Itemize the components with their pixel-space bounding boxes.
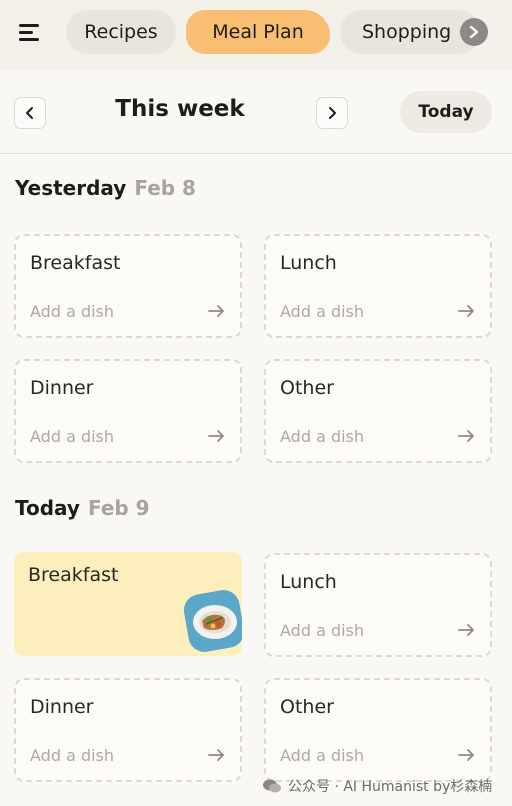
day-heading-today: Today Feb 9 bbox=[15, 496, 150, 520]
meal-label: Dinner bbox=[30, 377, 94, 399]
meal-label: Breakfast bbox=[28, 564, 119, 586]
prev-week-button[interactable] bbox=[14, 97, 46, 129]
meal-label: Other bbox=[280, 377, 334, 399]
arrow-right-icon bbox=[208, 430, 224, 442]
chevron-right-icon[interactable] bbox=[460, 18, 488, 46]
meal-slot-dinner[interactable]: Dinner Add a dish bbox=[14, 678, 242, 782]
tab-meal-plan[interactable]: Meal Plan bbox=[186, 10, 330, 54]
arrow-right-icon bbox=[458, 624, 474, 636]
meal-slot-breakfast-filled[interactable]: Breakfast bbox=[14, 552, 242, 656]
arrow-right-icon bbox=[458, 749, 474, 761]
day-date: Feb 8 bbox=[134, 176, 196, 200]
add-dish-link[interactable]: Add a dish bbox=[280, 746, 364, 765]
add-dish-link[interactable]: Add a dish bbox=[30, 427, 114, 446]
week-navigation: This week Today bbox=[0, 70, 512, 154]
watermark-text: 公众号 · AI Humanist by杉森楠 bbox=[288, 779, 493, 795]
add-dish-link[interactable]: Add a dish bbox=[280, 621, 364, 640]
top-tab-bar: Recipes Meal Plan Shopping bbox=[0, 0, 512, 70]
chevron-left-icon bbox=[26, 107, 33, 119]
week-title: This week bbox=[115, 96, 245, 122]
meal-label: Lunch bbox=[280, 252, 337, 274]
meal-slot-breakfast[interactable]: Breakfast Add a dish bbox=[14, 234, 242, 338]
tab-shopping[interactable]: Shopping bbox=[340, 10, 480, 54]
add-dish-link[interactable]: Add a dish bbox=[30, 746, 114, 765]
day-date: Feb 9 bbox=[87, 496, 150, 520]
add-dish-link[interactable]: Add a dish bbox=[280, 302, 364, 321]
arrow-right-icon bbox=[458, 430, 474, 442]
add-dish-link[interactable]: Add a dish bbox=[30, 302, 114, 321]
meal-slot-lunch[interactable]: Lunch Add a dish bbox=[264, 234, 492, 338]
arrow-right-icon bbox=[458, 305, 474, 317]
tab-recipes[interactable]: Recipes bbox=[66, 10, 176, 54]
meal-slot-other[interactable]: Other Add a dish bbox=[264, 359, 492, 463]
day-name: Yesterday bbox=[15, 176, 127, 200]
meal-label: Other bbox=[280, 696, 334, 718]
meal-label: Lunch bbox=[280, 571, 337, 593]
wechat-icon bbox=[263, 779, 281, 793]
meal-label: Dinner bbox=[30, 696, 94, 718]
watermark: 公众号 · AI Humanist by杉森楠 bbox=[262, 776, 492, 796]
add-dish-link[interactable]: Add a dish bbox=[280, 427, 364, 446]
next-week-button[interactable] bbox=[316, 97, 348, 129]
meal-slot-dinner[interactable]: Dinner Add a dish bbox=[14, 359, 242, 463]
arrow-right-icon bbox=[208, 749, 224, 761]
dish-photo[interactable] bbox=[182, 588, 242, 652]
chevron-right-icon bbox=[329, 107, 336, 119]
arrow-right-icon bbox=[208, 305, 224, 317]
meal-slot-other[interactable]: Other Add a dish bbox=[264, 678, 492, 782]
today-button[interactable]: Today bbox=[400, 91, 492, 133]
day-heading-yesterday: Yesterday Feb 8 bbox=[15, 176, 196, 200]
day-name: Today bbox=[15, 496, 80, 520]
menu-icon[interactable] bbox=[16, 20, 42, 46]
meal-label: Breakfast bbox=[30, 252, 121, 274]
meal-slot-lunch[interactable]: Lunch Add a dish bbox=[264, 553, 492, 657]
